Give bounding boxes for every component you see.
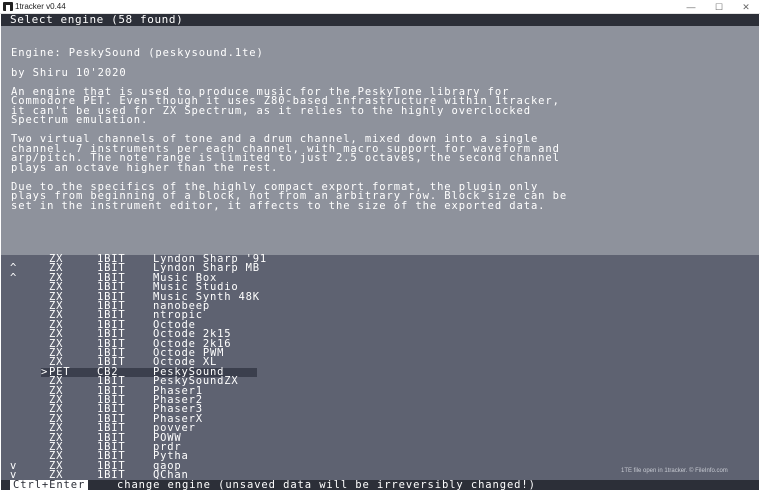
watermark-text: 1TE file open in 1tracker. © FileInfo.co… [621,468,728,474]
engine-name-line: Engine: PeskySound (peskysound.1te) [11,47,264,59]
description-line: plays an octave higher than the rest. [11,162,279,174]
description-line: set in the instrument editor, it affects… [11,200,546,212]
footer-hint-bar: Ctrl+Enter change engine (unsaved data w… [1,480,759,490]
window-title: 1tracker v0.44 [15,2,66,11]
description-line: Spectrum emulation. [11,114,149,126]
maximize-button[interactable]: ☐ [705,0,733,14]
app-icon [3,2,13,11]
engine-list[interactable]: ZX 1BIT Lyndon Sharp '91 ^ ZX 1BIT Lyndon Shar… [1,254,759,490]
scroll-indicator: ^ [10,271,18,284]
close-button[interactable]: ✕ [732,0,760,14]
window-titlebar: 1tracker v0.44 — ☐ ✕ [0,0,760,14]
shortcut-description: change engine (unsaved data will be irre… [117,479,536,490]
shortcut-key: Ctrl+Enter [10,480,89,490]
tracker-screen: Select engine (58 found) Engine: PeskySo… [1,14,759,490]
selection-arrow: > [41,365,49,378]
dialog-title: Select engine (58 found) [1,14,759,26]
engine-author-line: by Shiru 10'2020 [11,67,127,79]
engine-info-panel: Engine: PeskySound (peskysound.1te) by S… [1,26,759,255]
minimize-button[interactable]: — [677,0,705,14]
